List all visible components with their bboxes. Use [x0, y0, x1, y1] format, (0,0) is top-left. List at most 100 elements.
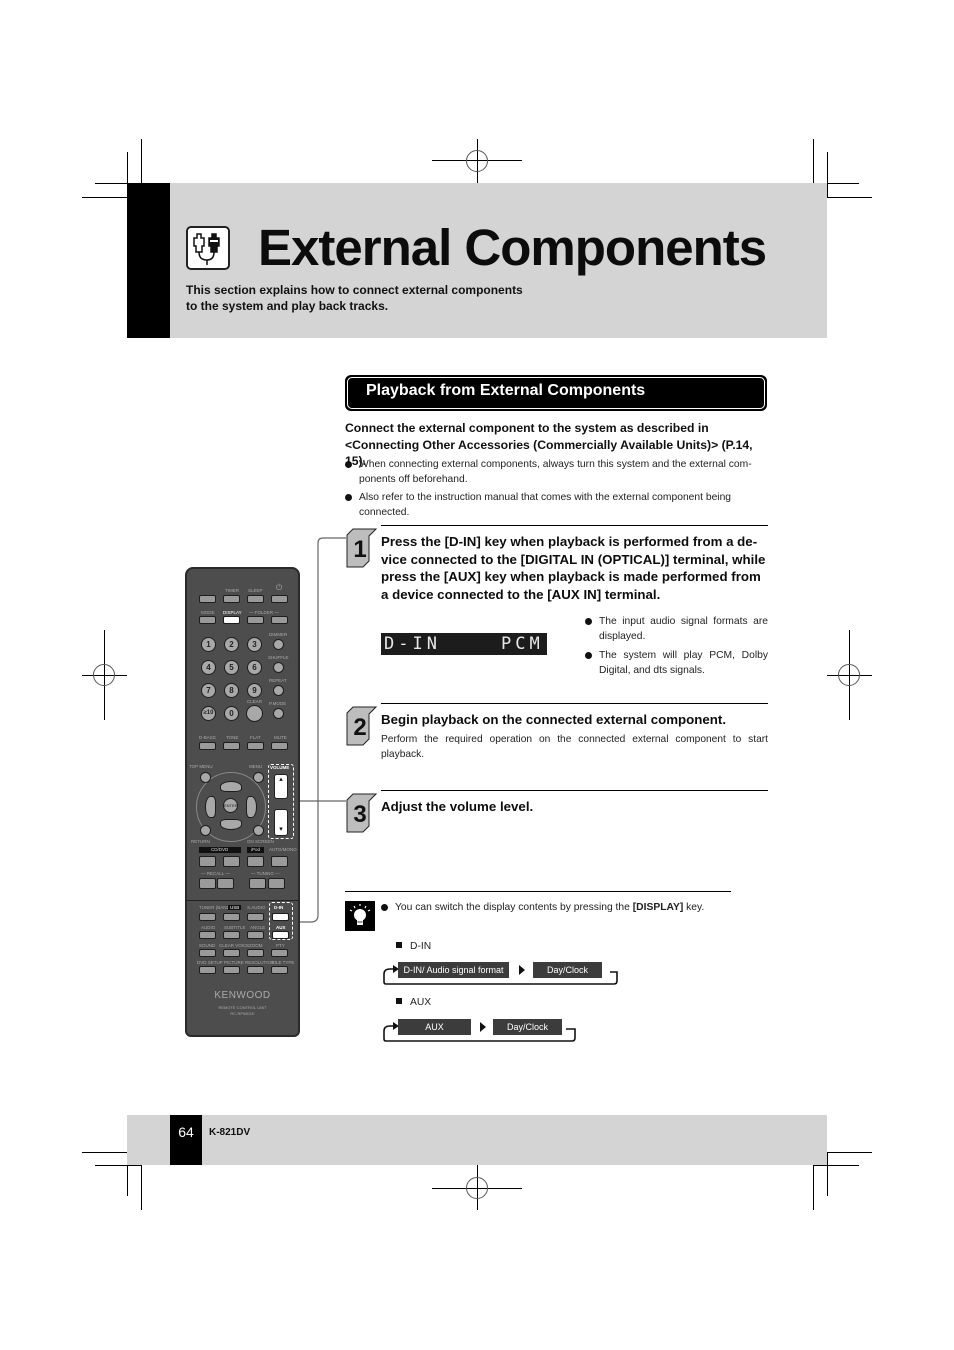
flat-button	[247, 742, 264, 750]
play-button	[199, 856, 216, 867]
registration-mark	[466, 1177, 488, 1199]
return-button	[200, 825, 211, 836]
header-tab	[127, 183, 170, 338]
remote-model: RC-RP0801E	[230, 1011, 255, 1016]
footer-tab	[170, 1115, 202, 1165]
crop-mark	[813, 1165, 814, 1210]
registration-mark	[466, 150, 488, 172]
remote-label: MODE	[201, 610, 215, 615]
remote-divider	[187, 900, 298, 901]
remote-label: RESOLUTION	[245, 960, 275, 965]
display-button	[223, 616, 240, 624]
nav-down-button	[220, 819, 242, 830]
remote-label: AUDIO	[201, 925, 216, 930]
bullet-dot	[585, 652, 592, 659]
remote-label: — FOLDER —	[249, 610, 279, 615]
remote-label: S.AUDIO	[247, 905, 266, 910]
flow-step: D-IN/ Audio signal format	[398, 962, 509, 978]
num-8-button: 8	[224, 683, 239, 698]
intro-line: This section explains how to connect ext…	[186, 283, 523, 297]
num-9-button: 9	[247, 683, 262, 698]
num-7-button: 7	[201, 683, 216, 698]
step-body: Perform the required operation on the co…	[381, 734, 768, 760]
s-audio-button	[247, 913, 264, 921]
remote-label: AUX	[276, 925, 286, 930]
top-menu-button	[200, 772, 211, 783]
num-10-button: ≥10	[201, 706, 216, 721]
bullet-dot	[345, 461, 352, 468]
remote-label: CLEAR	[247, 699, 263, 704]
play-pause-button	[247, 856, 264, 867]
num-6-button: 6	[247, 660, 262, 675]
display-key-ref: [DISPLAY]	[632, 902, 684, 913]
shuffle-button	[273, 662, 284, 673]
num-5-button: 5	[224, 660, 239, 675]
flow-arrow-icon	[519, 965, 525, 975]
step-title: Begin playback on the connected external…	[381, 712, 727, 727]
remote-label: — RECALL —	[201, 871, 230, 876]
page-intro: This section explains how to connect ext…	[186, 282, 526, 314]
step-title: Press the [D-IN] key when playback is pe…	[381, 534, 766, 602]
remote-label: DVD SETUP	[197, 960, 223, 965]
remote-label: TOP MENU	[189, 764, 213, 769]
remote-label: SHUFFLE	[268, 655, 289, 660]
intro-line: to the system and play back tracks.	[186, 299, 389, 313]
remote-label: TIMER	[225, 588, 239, 593]
crop-mark	[827, 1152, 872, 1153]
eject-button	[199, 595, 216, 603]
remote-label: USB	[228, 905, 242, 910]
section-heading: Playback from External Components	[345, 375, 767, 411]
tip-text: You can switch the display contents by p…	[381, 900, 761, 915]
section-heading-text: Playback from External Components	[366, 382, 646, 399]
num-3-button: 3	[247, 637, 262, 652]
remote-label: MUTE	[274, 735, 287, 740]
registration-mark	[838, 664, 860, 686]
step-number-badge: 3	[346, 793, 377, 833]
remote-label: DISPLAY	[223, 610, 242, 615]
remote-label: ANGLE	[250, 925, 266, 930]
subtitle-button	[223, 931, 240, 939]
volume-down-button: ▾	[274, 809, 288, 836]
remote-label: D-BASS	[199, 735, 216, 740]
flow-arrow-icon	[480, 1022, 486, 1032]
sleep-button	[247, 595, 264, 603]
stop-button	[223, 856, 240, 867]
mode-button	[199, 616, 216, 624]
flow-step: Day/Clock	[493, 1019, 562, 1035]
remote-label: SOUND	[199, 943, 216, 948]
note-item: The system will play PCM, Dolby Digital,…	[585, 648, 768, 678]
nav-right-button	[246, 796, 257, 818]
page-title: External Components	[258, 219, 767, 276]
flow-label: D-IN	[396, 941, 431, 952]
crop-mark	[141, 1165, 142, 1210]
num-1-button: 1	[201, 637, 216, 652]
footer-band	[127, 1115, 827, 1165]
crop-mark	[141, 139, 142, 183]
on-screen-button	[253, 825, 264, 836]
pty-button	[271, 949, 288, 957]
power-icon: ⏻	[276, 583, 283, 592]
nav-up-button	[220, 781, 242, 792]
crop-mark	[827, 1152, 828, 1196]
registration-mark	[93, 664, 115, 686]
file-type-button	[271, 966, 288, 974]
timer-button	[223, 595, 240, 603]
folder-next-button	[271, 616, 288, 624]
next-track-button	[217, 878, 234, 889]
aux-button	[272, 931, 289, 939]
crop-mark	[82, 1152, 127, 1153]
flow-step: AUX	[398, 1019, 471, 1035]
display-right-text: PCM	[501, 634, 544, 654]
step-title: Adjust the volume level.	[381, 799, 534, 814]
d-in-button	[272, 913, 289, 921]
remote-label: iPod	[251, 847, 261, 852]
angle-button	[247, 931, 264, 939]
dbass-button	[199, 742, 216, 750]
audio-button	[199, 931, 216, 939]
tip-divider	[345, 891, 731, 892]
num-0-button: 0	[224, 706, 239, 721]
crop-mark	[813, 1165, 859, 1166]
remote-label: PTY	[276, 943, 285, 948]
volume-up-button: ▴	[274, 774, 288, 799]
flow-step: Day/Clock	[533, 962, 602, 978]
